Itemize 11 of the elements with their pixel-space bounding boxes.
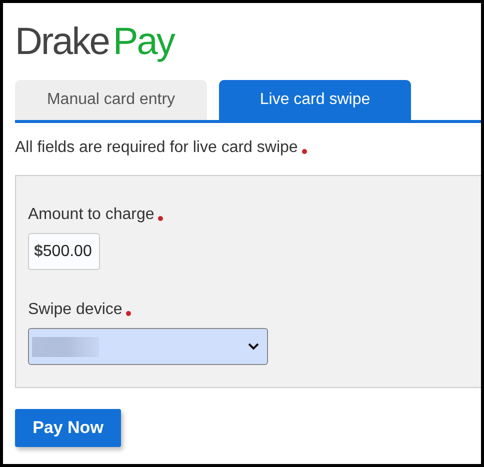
tab[interactable]: Manual card entry (15, 80, 207, 120)
chevron-down-icon (248, 343, 259, 350)
device-select[interactable] (28, 328, 268, 365)
field-label: Swipe device (28, 301, 122, 319)
pay-button[interactable]: Pay Now (15, 409, 121, 447)
logo-text: Pay (112, 21, 174, 64)
amount-field[interactable]: $500.00 (28, 233, 100, 270)
field-label: Amount to charge (28, 206, 154, 224)
notice-text: All fields are required for live card swipe (15, 139, 298, 157)
tab[interactable]: Live card swipe (219, 80, 411, 120)
logo-text: Drake (15, 21, 109, 64)
